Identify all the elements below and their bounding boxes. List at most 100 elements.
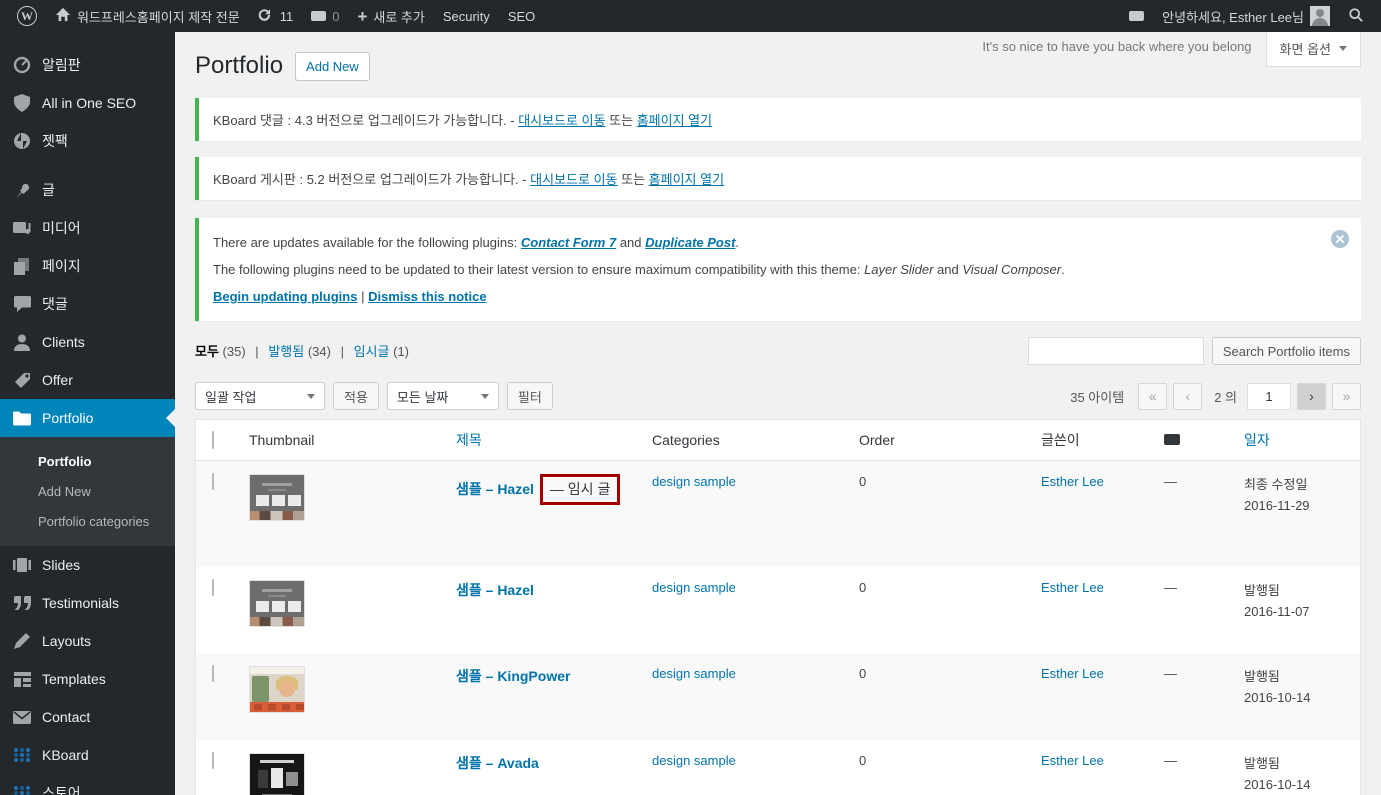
filter-published[interactable]: 발행됨 (268, 344, 304, 359)
portfolio-title-link[interactable]: 샘플 – Hazel (456, 582, 534, 598)
sidebar-item-offer[interactable]: Offer (0, 361, 175, 399)
portfolio-thumbnail[interactable] (249, 666, 305, 713)
sidebar-item-all-in-one-seo[interactable]: All in One SEO (0, 84, 175, 122)
category-link[interactable]: design sample (652, 474, 736, 489)
admin-search[interactable] (1339, 0, 1373, 32)
author-link[interactable]: Esther Lee (1041, 753, 1104, 768)
comment-count: — (1164, 753, 1177, 768)
add-new-button[interactable]: Add New (295, 51, 370, 81)
prev-page-button[interactable]: ‹ (1173, 382, 1203, 410)
first-page-button[interactable]: « (1138, 382, 1168, 410)
homepage-link[interactable]: 홈페이지 열기 (649, 172, 724, 187)
screen-options-button[interactable]: 화면 옵션 (1265, 32, 1361, 67)
post-status: 발행됨 (1244, 669, 1280, 684)
author-link[interactable]: Esther Lee (1041, 666, 1104, 681)
updates-indicator[interactable]: 11 (249, 0, 303, 32)
envelope-icon (12, 710, 32, 724)
category-link[interactable]: design sample (652, 580, 736, 595)
dashboard-icon (12, 56, 32, 74)
portfolio-title-link[interactable]: 샘플 – Avada (456, 755, 539, 771)
search-input[interactable] (1027, 337, 1204, 365)
menu-separator (0, 160, 175, 171)
sidebar-item-testimonials[interactable]: Testimonials (0, 584, 175, 622)
row-checkbox[interactable] (212, 752, 214, 769)
sidebar-item-comments[interactable]: 댓글 (0, 285, 175, 323)
order-value: 0 (859, 580, 867, 595)
header-date-sort[interactable]: 일자 (1244, 432, 1270, 448)
sidebar-item-dashboard[interactable]: 알림판 (0, 46, 175, 84)
kboard-dots-icon (12, 748, 32, 762)
sidebar-item-media[interactable]: 미디어 (0, 209, 175, 247)
filter-all[interactable]: 모두 (195, 344, 219, 359)
portfolio-title-link[interactable]: 샘플 – KingPower (456, 668, 570, 684)
draft-status-red-annotation: — 임시 글 (539, 474, 621, 505)
new-content-menu[interactable]: + 새로 추가 (348, 0, 433, 32)
submenu-add-new[interactable]: Add New (0, 476, 175, 506)
portfolio-thumbnail[interactable] (249, 580, 305, 627)
sidebar-item-templates[interactable]: Templates (0, 660, 175, 698)
bulk-actions-select[interactable]: 일괄 작업 (195, 382, 325, 410)
comment-icon (12, 296, 32, 312)
row-checkbox[interactable] (212, 665, 214, 682)
sidebar-item-clients[interactable]: Clients (0, 323, 175, 361)
header-title-sort[interactable]: 제목 (456, 432, 482, 448)
sidebar-item-slides[interactable]: Slides (0, 546, 175, 584)
feedback-bubble[interactable] (1120, 0, 1153, 32)
dashboard-link[interactable]: 대시보드로 이동 (530, 172, 617, 187)
submenu-portfolio[interactable]: Portfolio (0, 446, 175, 476)
portfolio-thumbnail[interactable] (249, 753, 305, 795)
account-menu[interactable]: 안녕하세요, Esther Lee님 (1153, 0, 1339, 32)
post-status: 발행됨 (1244, 756, 1280, 771)
sidebar-item-layouts[interactable]: Layouts (0, 622, 175, 660)
sidebar-item-store[interactable]: 스토어 (0, 774, 175, 795)
grid-icon (12, 671, 32, 687)
duplicate-post-link[interactable]: Duplicate Post (645, 235, 735, 250)
sidebar-item-portfolio[interactable]: Portfolio (0, 399, 175, 437)
category-link[interactable]: design sample (652, 753, 736, 768)
begin-updating-plugins-link[interactable]: Begin updating plugins (213, 289, 357, 304)
sidebar-item-pages[interactable]: 페이지 (0, 247, 175, 285)
slides-icon (12, 558, 32, 572)
row-checkbox[interactable] (212, 579, 214, 596)
submenu-portfolio-categories[interactable]: Portfolio categories (0, 506, 175, 536)
close-icon[interactable] (1331, 230, 1349, 248)
wordpress-logo-icon[interactable]: W (8, 0, 46, 32)
date-filter-select[interactable]: 모든 날짜 (386, 382, 499, 410)
portfolio-thumbnail[interactable] (249, 474, 305, 521)
category-link[interactable]: design sample (652, 666, 736, 681)
filter-button[interactable]: 필터 (506, 382, 553, 410)
welcome-message: It's so nice to have you back where you … (982, 39, 1252, 54)
theme-plugin-name: Layer Slider (864, 262, 934, 277)
contact-form-7-link[interactable]: Contact Form 7 (521, 235, 616, 250)
sidebar-item-kboard[interactable]: KBoard (0, 736, 175, 774)
last-page-button[interactable]: » (1332, 382, 1361, 410)
portfolio-title-link[interactable]: 샘플 – Hazel (456, 481, 534, 497)
author-link[interactable]: Esther Lee (1041, 474, 1104, 489)
seo-menu[interactable]: SEO (499, 0, 544, 32)
dashboard-link[interactable]: 대시보드로 이동 (518, 113, 605, 128)
comments-indicator[interactable]: 0 (302, 0, 348, 32)
site-link[interactable]: 워드프레스홈페이지 제작 전문 (46, 0, 249, 32)
filter-draft[interactable]: 임시글 (354, 344, 390, 359)
chevron-down-icon (1339, 46, 1347, 55)
author-link[interactable]: Esther Lee (1041, 580, 1104, 595)
current-page-input[interactable] (1247, 382, 1291, 410)
homepage-link[interactable]: 홈페이지 열기 (637, 113, 712, 128)
security-menu[interactable]: Security (434, 0, 499, 32)
admin-bar-right: 안녕하세요, Esther Lee님 (1120, 0, 1373, 32)
select-all-checkbox[interactable] (212, 431, 214, 449)
search-portfolio-button[interactable]: Search Portfolio items (1211, 337, 1361, 365)
order-value: 0 (859, 753, 867, 768)
apply-button[interactable]: 적용 (333, 382, 379, 410)
sidebar-item-contact[interactable]: Contact (0, 698, 175, 736)
post-date: 2016-10-14 (1244, 777, 1311, 793)
sidebar-item-posts[interactable]: 글 (0, 171, 175, 209)
sidebar-item-jetpack[interactable]: 젯팩 (0, 122, 175, 160)
comment-icon (1129, 11, 1145, 21)
kboard-comment-notice: KBoard 댓글 : 4.3 버전으로 업그레이드가 가능합니다. - 대시보… (195, 98, 1361, 141)
row-checkbox[interactable] (212, 473, 214, 490)
dismiss-notice-link[interactable]: Dismiss this notice (368, 289, 486, 304)
comment-count: — (1164, 666, 1177, 681)
pushpin-icon (12, 182, 32, 199)
next-page-button[interactable]: › (1297, 382, 1326, 410)
